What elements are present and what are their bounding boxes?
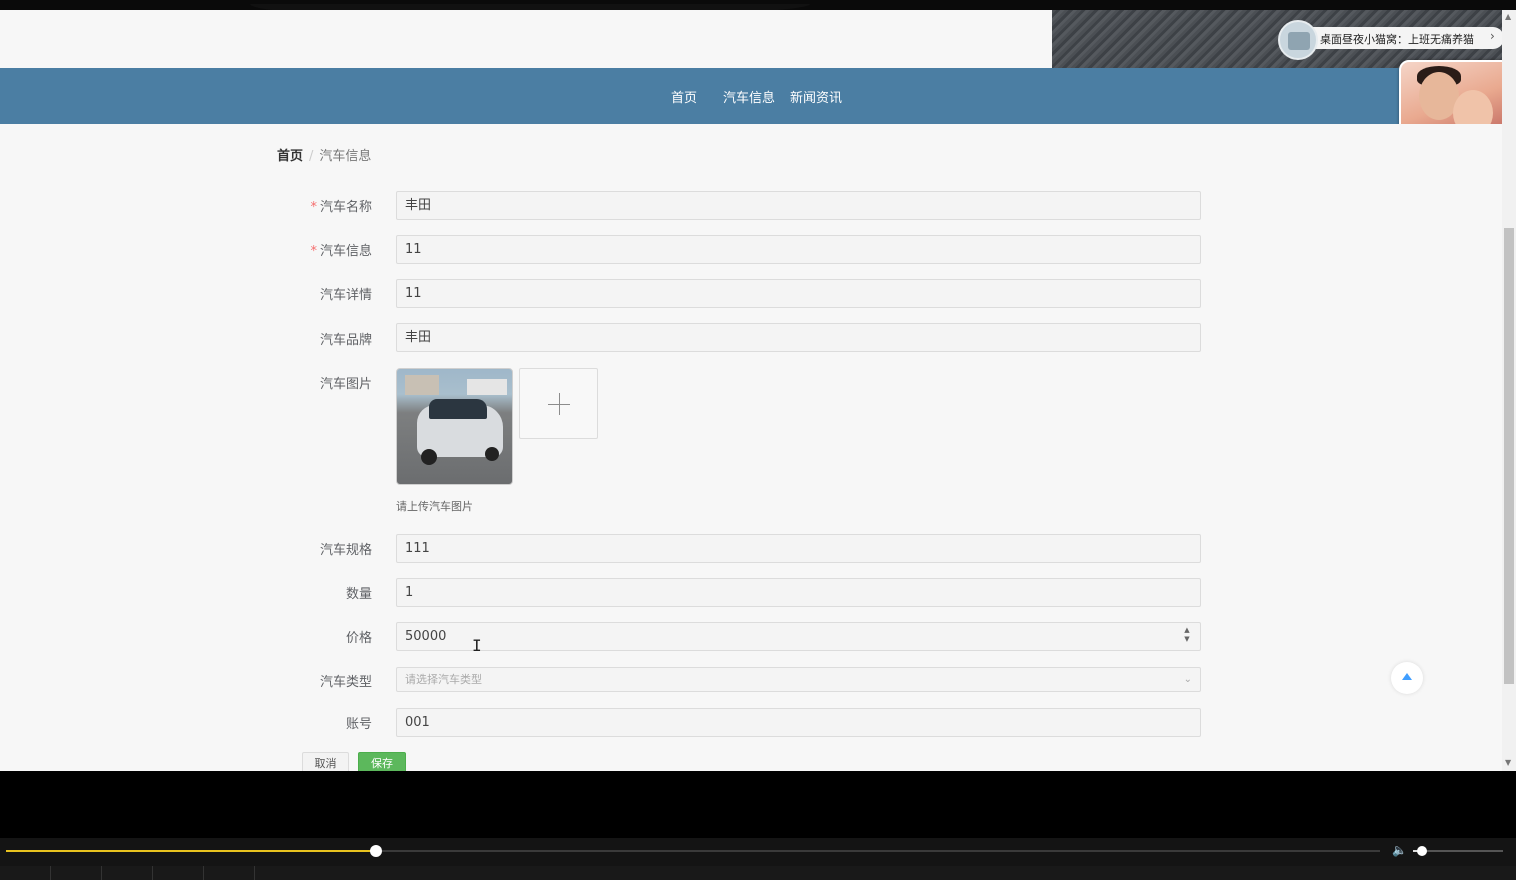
stepper-up-icon[interactable]: ▲ (1182, 626, 1192, 635)
volume-icon[interactable]: 🔈 (1392, 843, 1407, 857)
chevron-right-icon[interactable]: › (1490, 29, 1495, 43)
notification-text: 桌面昼夜小猫窝：上班无痛养猫 (1320, 33, 1474, 46)
screen: 桌面昼夜小猫窝：上班无痛养猫 › 首页 汽车信息 新闻资讯 S 👕 中 首页/汽… (0, 0, 1516, 880)
strip-divider (50, 866, 51, 880)
car-detail-label: 汽车详情 (319, 288, 372, 303)
upload-tip: 请上传汽车图片 (396, 500, 473, 513)
text-cursor-icon: I (472, 636, 482, 655)
photo-building (467, 379, 507, 395)
car-info-label: * 汽车信息 (310, 244, 372, 259)
seek-bar[interactable] (6, 845, 1380, 857)
main-content: 首页 / 汽车信息 * 汽车名称 丰田 * 汽车信息 11 汽车详情 11 汽车品牌 丰… (0, 124, 1502, 771)
account-input[interactable]: 001 (396, 708, 1201, 737)
number-stepper[interactable]: ▲ ▼ (1182, 626, 1192, 646)
price-input[interactable]: 50000 ▲ ▼ (396, 622, 1201, 651)
nav-news[interactable]: 新闻资讯 (790, 87, 842, 106)
volume-handle[interactable] (1417, 846, 1427, 856)
strip-divider (152, 866, 153, 880)
breadcrumb-current: 汽车信息 (319, 149, 372, 164)
price-value: 50000 (405, 629, 447, 644)
car-image-label: 汽车图片 (319, 377, 372, 392)
car-info-input[interactable]: 11 (396, 235, 1201, 264)
car-brand-label: 汽车品牌 (319, 333, 372, 348)
car-name-label: * 汽车名称 (310, 200, 372, 215)
breadcrumb: 首页 / 汽车信息 (277, 145, 371, 164)
cat-house-icon (1278, 20, 1318, 60)
quantity-label: 数量 (345, 587, 372, 602)
car-name-input[interactable]: 丰田 (396, 191, 1201, 220)
chevron-down-icon: ⌄ (1183, 674, 1192, 685)
back-to-top-icon[interactable] (1391, 662, 1423, 694)
cancel-button[interactable]: 取消 (302, 752, 349, 771)
strip-divider (203, 866, 204, 880)
photo-car-wheel (485, 447, 499, 461)
seek-handle[interactable] (369, 845, 382, 857)
photo-building (405, 375, 439, 395)
save-button[interactable]: 保存 (358, 752, 406, 771)
seek-progress (6, 850, 376, 852)
car-image-thumbnail[interactable] (396, 368, 513, 485)
scroll-down-icon[interactable]: ▼ (1505, 758, 1511, 767)
scrollbar-thumb[interactable] (1504, 228, 1514, 684)
car-detail-input[interactable]: 11 (396, 279, 1201, 308)
photo-car-wheel (421, 449, 437, 465)
photo-car-window (429, 399, 487, 419)
car-spec-input[interactable]: 111 (396, 534, 1201, 563)
account-label: 账号 (345, 717, 372, 732)
strip-divider (101, 866, 102, 880)
select-placeholder: 请选择汽车类型 (405, 673, 482, 686)
desktop-notification[interactable]: 桌面昼夜小猫窝：上班无痛养猫 › (1278, 20, 1504, 60)
page-scrollbar[interactable]: ▲ ▼ (1502, 10, 1516, 771)
top-strip (0, 0, 1516, 18)
player-bottom-strip (0, 866, 1516, 880)
image-upload-plus-icon[interactable] (519, 368, 598, 439)
required-mark: * (310, 244, 317, 259)
header-banner (0, 10, 1052, 68)
breadcrumb-separator: / (309, 149, 314, 164)
quantity-input[interactable]: 1 (396, 578, 1201, 607)
required-mark: * (310, 200, 317, 215)
car-brand-input[interactable]: 丰田 (396, 323, 1201, 352)
strip-divider (254, 866, 255, 880)
nav-car-info[interactable]: 汽车信息 (723, 87, 775, 106)
volume-slider[interactable] (1413, 846, 1503, 856)
breadcrumb-home[interactable]: 首页 (277, 149, 303, 164)
car-type-select[interactable]: 请选择汽车类型 ⌄ (396, 667, 1201, 692)
nav-home[interactable]: 首页 (671, 87, 697, 106)
car-spec-label: 汽车规格 (319, 543, 372, 558)
price-label: 价格 (345, 631, 372, 646)
stepper-down-icon[interactable]: ▼ (1182, 635, 1192, 644)
main-navbar: 首页 汽车信息 新闻资讯 (0, 68, 1502, 124)
car-type-label: 汽车类型 (319, 675, 372, 690)
scroll-up-icon[interactable]: ▲ (1505, 12, 1511, 21)
